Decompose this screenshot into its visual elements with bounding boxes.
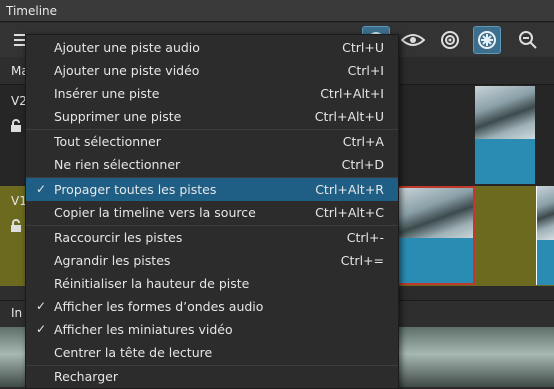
menu-item-show-audio-waveforms[interactable]: ✓ Afficher les formes d’ondes audio [26, 295, 398, 318]
clip-v1-selected[interactable] [397, 186, 475, 285]
panel-title: Timeline [0, 0, 554, 22]
footer-label: In [11, 306, 23, 320]
scrub-button[interactable] [399, 26, 427, 54]
menu-item-add-audio-track[interactable]: Ajouter une piste audio Ctrl+U [26, 36, 398, 59]
clip-v1-next[interactable] [536, 186, 554, 285]
menu-item-add-video-track[interactable]: Ajouter une piste vidéo Ctrl+I [26, 59, 398, 82]
menu-item-center-playhead[interactable]: Centrer la tête de lecture [26, 341, 398, 364]
timeline-context-menu: Ajouter une piste audio Ctrl+U Ajouter un… [25, 34, 399, 389]
menu-item-select-all[interactable]: Tout sélectionner Ctrl+A [26, 130, 398, 153]
menu-item-reload[interactable]: Recharger [26, 365, 398, 388]
menu-item-remove-track[interactable]: Supprimer une piste Ctrl+Alt+U [26, 105, 398, 128]
check-icon: ✓ [35, 322, 47, 336]
menu-item-show-video-thumbnails[interactable]: ✓ Afficher les miniatures vidéo [26, 318, 398, 341]
menu-item-insert-track[interactable]: Insérer une piste Ctrl+Alt+I [26, 82, 398, 105]
check-icon: ✓ [35, 182, 47, 196]
lock-icon[interactable] [10, 219, 22, 233]
clip-v2[interactable] [475, 86, 535, 184]
lock-icon[interactable] [10, 119, 22, 133]
eye-icon [401, 34, 425, 46]
menu-item-enlarge-tracks[interactable]: Agrandir les pistes Ctrl+= [26, 249, 398, 272]
clip-waveform [537, 240, 554, 285]
clip-thumbnail [537, 186, 554, 241]
zoom-out-button[interactable] [514, 26, 542, 54]
snap-target-button[interactable] [436, 26, 464, 54]
ripple-all-button[interactable] [473, 26, 501, 54]
menu-item-shorten-tracks[interactable]: Raccourcir les pistes Ctrl+- [26, 226, 398, 249]
clip-waveform [475, 139, 535, 184]
check-icon: ✓ [35, 299, 47, 313]
clip-waveform [399, 238, 473, 283]
clip-thumbnail [399, 188, 473, 243]
menu-item-copy-timeline-to-source[interactable]: Copier la timeline vers la source Ctrl+Al… [26, 201, 398, 224]
menu-item-reset-track-height[interactable]: Réinitialiser la hauteur de piste [26, 272, 398, 295]
zoom-out-icon [519, 31, 537, 49]
clip-thumbnail [475, 86, 535, 141]
menu-item-ripple-all-tracks[interactable]: ✓ Propager toutes les pistes Ctrl+Alt+R [26, 178, 398, 201]
target-icon [441, 31, 459, 49]
snap-icon [478, 31, 496, 49]
menu-item-select-none[interactable]: Ne rien sélectionner Ctrl+D [26, 153, 398, 176]
